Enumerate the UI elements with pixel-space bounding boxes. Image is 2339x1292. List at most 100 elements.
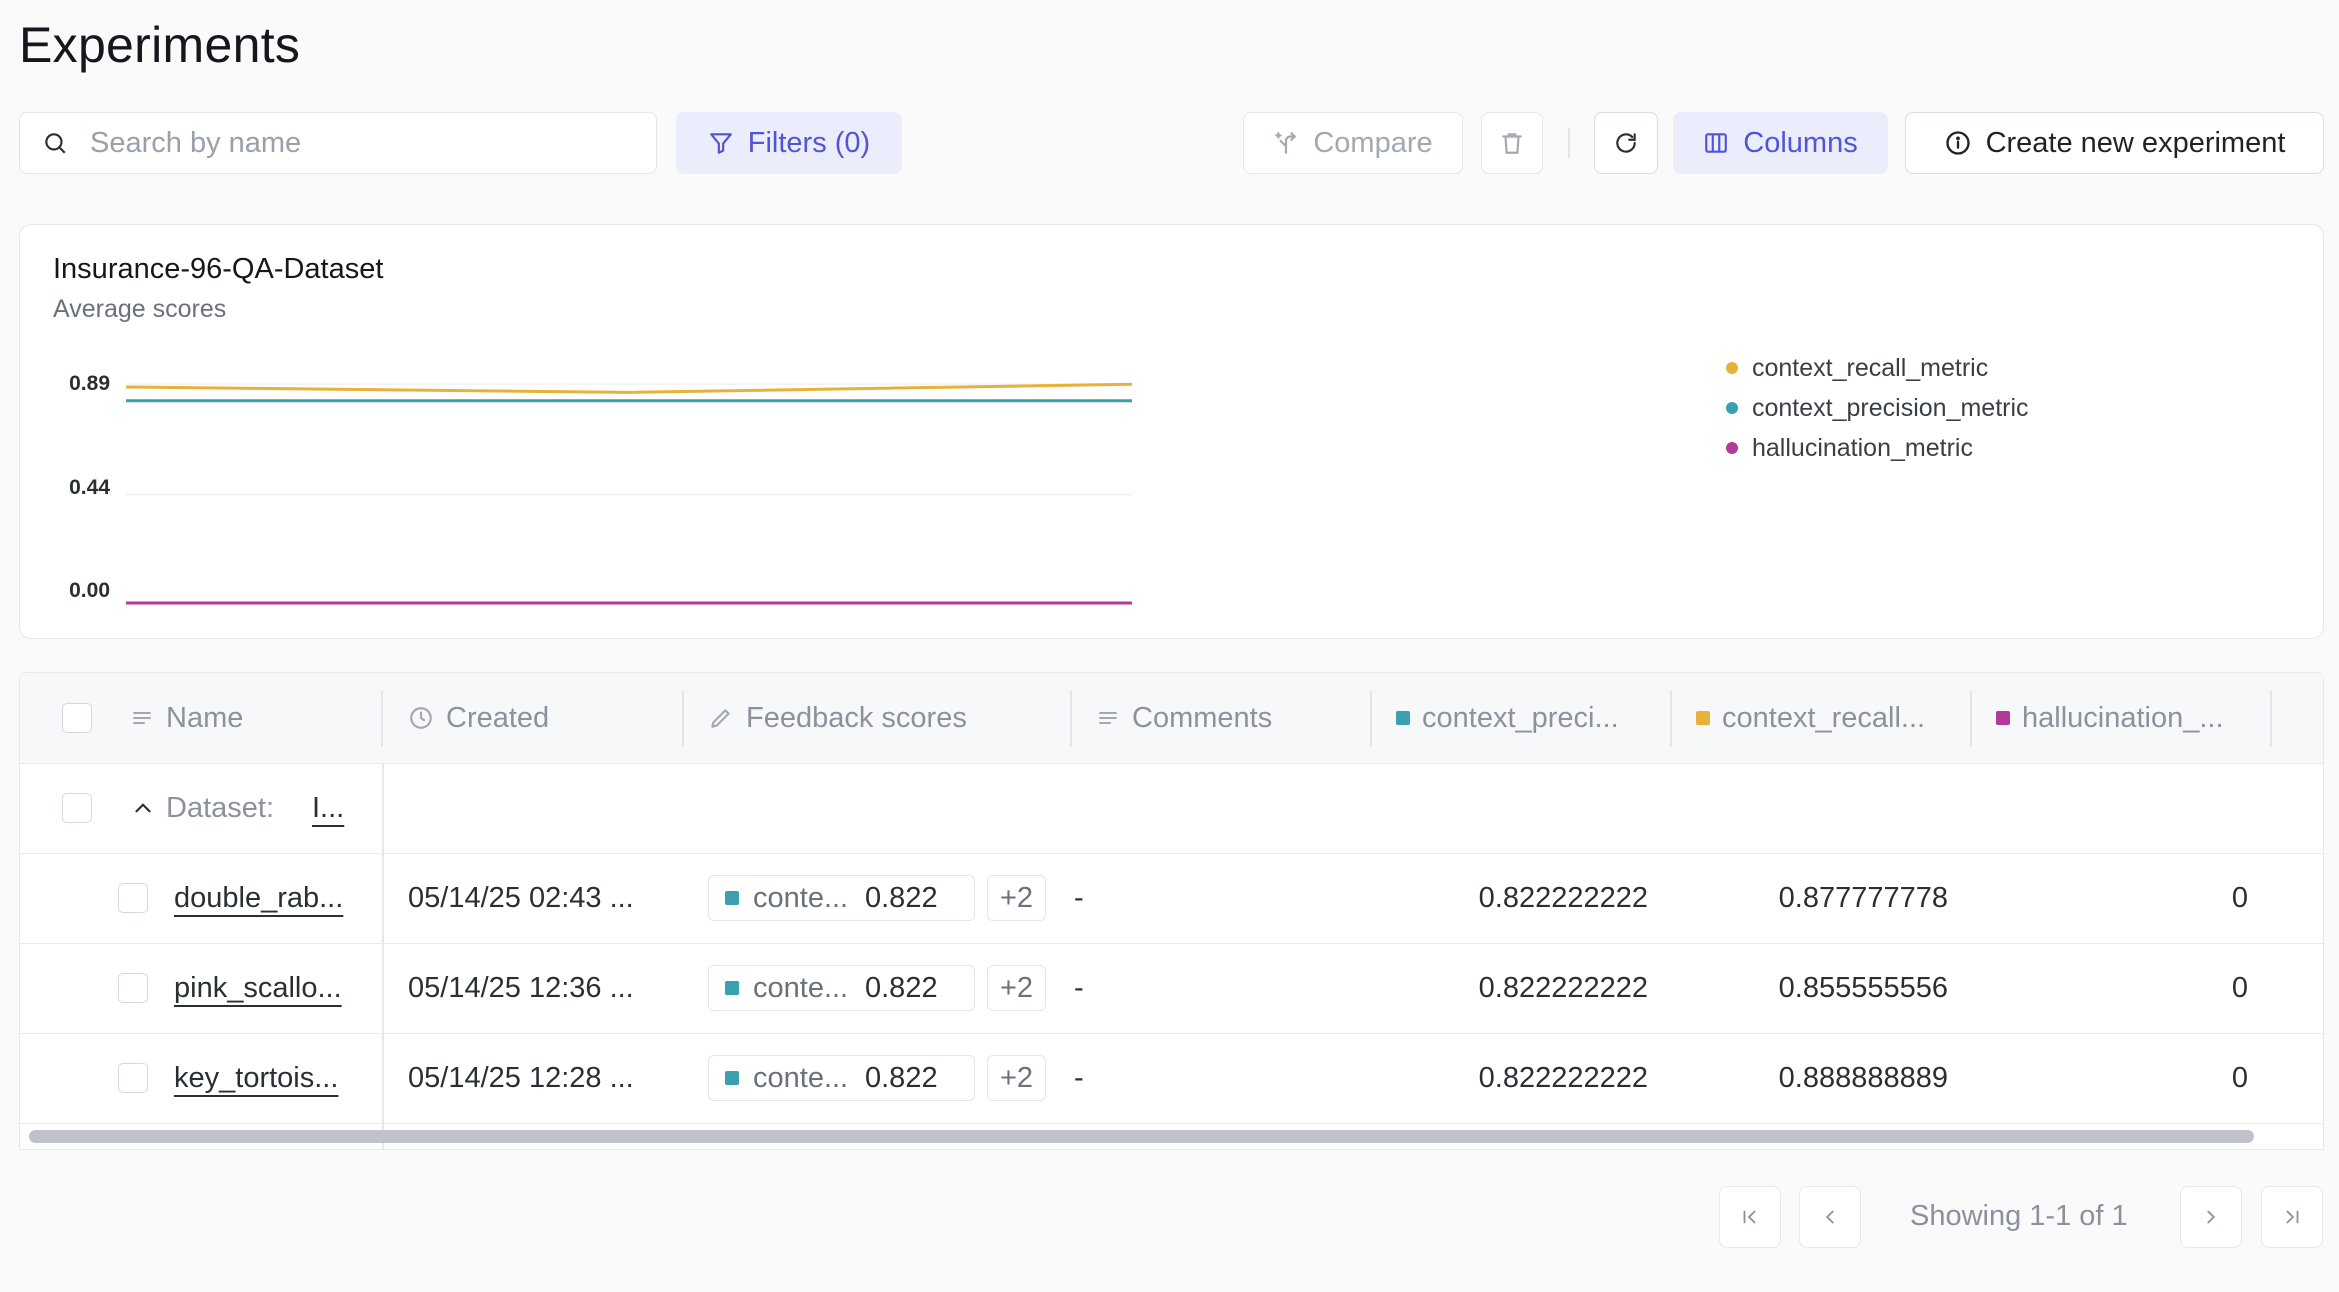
experiment-name-link[interactable]: key_tortois... xyxy=(174,1062,338,1095)
feedback-score-chip[interactable]: conte... 0.822 xyxy=(708,965,975,1011)
create-experiment-button[interactable]: Create new experiment xyxy=(1905,112,2324,174)
group-toggle[interactable]: Dataset: I... xyxy=(130,763,344,853)
column-separator[interactable] xyxy=(1670,691,1672,747)
legend-item-recall[interactable]: context_recall_metric xyxy=(1726,348,2029,388)
last-page-button[interactable] xyxy=(2261,1186,2323,1248)
legend-dot xyxy=(1726,362,1738,374)
group-dataset-link[interactable]: I... xyxy=(312,792,344,825)
search-box[interactable] xyxy=(19,112,657,174)
text-lines-icon xyxy=(1099,712,1117,724)
precision-cell: 0.822222222 xyxy=(1478,881,1648,914)
column-separator[interactable] xyxy=(1370,691,1372,747)
delete-button[interactable] xyxy=(1481,112,1543,174)
name-column-divider xyxy=(382,763,384,1149)
next-page-button[interactable] xyxy=(2180,1186,2242,1248)
recall-cell: 0.888888889 xyxy=(1778,1061,1948,1094)
clock-icon xyxy=(410,707,432,729)
filters-label: Filters (0) xyxy=(747,126,871,159)
refresh-icon xyxy=(1616,133,1636,153)
compare-button[interactable]: Compare xyxy=(1243,112,1463,174)
search-input[interactable] xyxy=(88,125,612,161)
legend-item-precision[interactable]: context_precision_metric xyxy=(1726,388,2029,428)
recall-cell: 0.855555556 xyxy=(1778,971,1948,1004)
experiments-table: Name Created Feedback scores Comments co… xyxy=(19,672,2324,1150)
columns-label: Columns xyxy=(1743,126,1858,159)
legend-item-hallucination[interactable]: hallucination_metric xyxy=(1726,428,2029,468)
table-row[interactable]: pink_scallo... 05/14/25 12:36 ... conte.… xyxy=(20,943,2323,1034)
chart-title: Insurance-96-QA-Dataset xyxy=(53,253,384,285)
experiment-name-link[interactable]: double_rab... xyxy=(174,882,343,915)
header-label: Comments xyxy=(1132,701,1273,734)
legend-label: context_recall_metric xyxy=(1752,353,1989,382)
row-checkbox[interactable] xyxy=(118,973,148,1003)
pagination-status: Showing 1-1 of 1 xyxy=(1910,1200,2128,1232)
table-row[interactable]: key_tortois... 05/14/25 12:28 ... conte.… xyxy=(20,1033,2323,1124)
chip-value: 0.822 xyxy=(865,1061,938,1094)
precision-cell: 0.822222222 xyxy=(1478,971,1648,1004)
filters-button[interactable]: Filters (0) xyxy=(676,112,902,174)
header-name[interactable]: Name xyxy=(130,673,243,763)
comments-cell: - xyxy=(1074,881,1084,914)
page-title: Experiments xyxy=(19,17,301,73)
trash-icon xyxy=(1502,133,1522,154)
search-icon xyxy=(45,133,66,154)
series-line-context-recall-metric xyxy=(125,382,1133,394)
last-page-icon xyxy=(2286,1210,2299,1224)
dataset-group-row[interactable]: Dataset: I... xyxy=(20,763,2323,854)
chevron-up-icon xyxy=(135,803,151,813)
more-scores-chip[interactable]: +2 xyxy=(987,1055,1046,1101)
chip-name: conte... xyxy=(753,881,849,914)
scrollbar-thumb[interactable] xyxy=(29,1130,2254,1143)
header-comments[interactable]: Comments xyxy=(1096,673,1272,763)
refresh-button[interactable] xyxy=(1594,112,1658,174)
y-tick-label: 0.89 xyxy=(69,372,110,395)
legend-label: context_precision_metric xyxy=(1752,393,2029,422)
more-scores-chip[interactable]: +2 xyxy=(987,965,1046,1011)
column-separator[interactable] xyxy=(682,691,684,747)
header-context-precision[interactable]: context_preci... xyxy=(1396,673,1619,763)
color-swatch xyxy=(725,1071,739,1085)
columns-button[interactable]: Columns xyxy=(1673,112,1888,174)
precision-cell: 0.822222222 xyxy=(1478,1061,1648,1094)
hallucination-cell: 0 xyxy=(2231,881,2248,914)
chevron-left-icon xyxy=(1825,1210,1834,1224)
toolbar-divider xyxy=(1568,128,1570,158)
header-label: context_recall... xyxy=(1722,701,1926,734)
color-swatch xyxy=(725,981,739,995)
row-checkbox[interactable] xyxy=(118,1063,148,1093)
experiment-name-link[interactable]: pink_scallo... xyxy=(174,972,342,1005)
header-feedback-scores[interactable]: Feedback scores xyxy=(708,673,967,763)
first-page-button[interactable] xyxy=(1719,1186,1781,1248)
column-separator[interactable] xyxy=(2270,691,2272,747)
header-label: Feedback scores xyxy=(746,701,967,734)
text-lines-icon xyxy=(133,712,151,724)
compare-label: Compare xyxy=(1313,126,1433,159)
more-scores-chip[interactable]: +2 xyxy=(987,875,1046,921)
header-hallucination[interactable]: hallucination_... xyxy=(1996,673,2224,763)
first-page-icon xyxy=(1743,1210,1756,1224)
select-all-checkbox[interactable] xyxy=(62,703,92,733)
color-swatch xyxy=(1696,711,1710,725)
group-label: Dataset: xyxy=(166,791,274,824)
column-separator[interactable] xyxy=(1070,691,1072,747)
hallucination-cell: 0 xyxy=(2231,971,2248,1004)
column-separator[interactable] xyxy=(1970,691,1972,747)
feedback-score-chip[interactable]: conte... 0.822 xyxy=(708,875,975,921)
table-row[interactable]: double_rab... 05/14/25 02:43 ... conte..… xyxy=(20,853,2323,944)
chart-subtitle: Average scores xyxy=(53,295,227,323)
feedback-score-chip[interactable]: conte... 0.822 xyxy=(708,1055,975,1101)
column-separator[interactable] xyxy=(381,691,383,747)
comments-cell: - xyxy=(1074,1061,1084,1094)
comments-cell: - xyxy=(1074,971,1084,1004)
created-cell: 05/14/25 12:36 ... xyxy=(408,971,634,1004)
legend-dot xyxy=(1726,402,1738,414)
row-checkbox[interactable] xyxy=(118,883,148,913)
header-context-recall[interactable]: context_recall... xyxy=(1696,673,1925,763)
header-created[interactable]: Created xyxy=(408,673,549,763)
create-experiment-label: Create new experiment xyxy=(1985,126,2286,159)
group-checkbox[interactable] xyxy=(62,793,92,823)
prev-page-button[interactable] xyxy=(1799,1186,1861,1248)
header-label: Name xyxy=(166,701,244,734)
chart-legend: context_recall_metric context_precision_… xyxy=(1726,348,2029,468)
y-tick-label: 0.44 xyxy=(69,476,110,499)
